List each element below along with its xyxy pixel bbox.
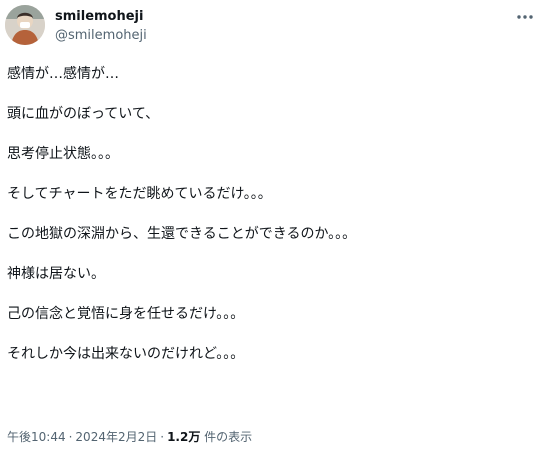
tweet-line: この地獄の深淵から、生還できることができるのか。。。 (7, 226, 357, 242)
more-horizontal-icon (517, 15, 533, 19)
tweet-line: 頭に血がのぼっていて、 (7, 106, 160, 122)
tweet-line: それしか今は出来ないのだけれど。。。 (7, 346, 245, 362)
author-handle[interactable]: @smilemoheji (55, 28, 147, 44)
tweet-timestamp-time[interactable]: 午後10:44 (7, 430, 66, 444)
tweet-line: 感情が…感情が… (7, 66, 119, 82)
tweet-text: 感情が…感情が… 頭に血がのぼっていて、 思考停止状態。。。 そしてチャートをた… (7, 64, 537, 384)
tweet-card: smilemoheji @smilemoheji 感情が…感情が… 頭に血がのぼ… (0, 0, 547, 450)
tweet-line: 神様は居ない。 (7, 266, 105, 282)
more-options-button[interactable] (512, 6, 538, 28)
tweet-line: そしてチャートをただ眺めているだけ。。。 (7, 186, 272, 202)
tweet-line: 己の信念と覚悟に身を任せるだけ。。。 (7, 306, 245, 322)
meta-separator: · (160, 430, 165, 444)
avatar[interactable] (5, 5, 45, 45)
author-display-name[interactable]: smilemoheji (55, 9, 143, 25)
views-count[interactable]: 1.2万 (167, 430, 200, 444)
views-label[interactable]: 件の表示 (204, 430, 252, 444)
tweet-meta: 午後10:44 · 2024年2月2日 · 1.2万 件の表示 (7, 429, 252, 445)
tweet-timestamp-date[interactable]: 2024年2月2日 (75, 430, 157, 444)
meta-separator: · (68, 430, 73, 444)
tweet-line: 思考停止状態。。。 (7, 146, 119, 162)
user-avatar-icon (5, 5, 45, 45)
